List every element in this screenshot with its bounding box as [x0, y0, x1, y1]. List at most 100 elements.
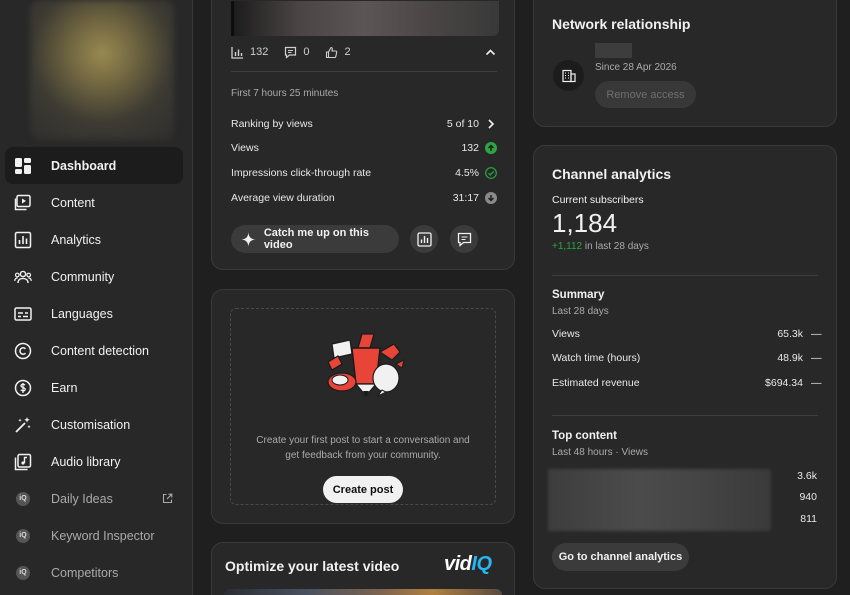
subscribers-delta-row: +1,112 in last 28 days [552, 241, 649, 252]
top-content-value: 3.6k [797, 470, 817, 482]
metric-value: 4.5% [455, 167, 479, 179]
top-content-title: Top content [552, 430, 617, 442]
likes-count: 2 [344, 46, 351, 58]
channel-analytics-card: Channel analytics Current subscribers 1,… [533, 145, 837, 589]
audio-library-icon [14, 453, 32, 471]
analytics-icon [416, 231, 432, 247]
video-thumbnail-edge [231, 1, 234, 36]
period-label: First 7 hours 25 minutes [231, 88, 339, 99]
likes-stat: 2 [325, 46, 351, 59]
summary-value: 65.3k [777, 328, 803, 340]
catch-me-up-button[interactable]: Catch me up on this video [231, 225, 399, 253]
sidebar-item-label: Content detection [51, 343, 149, 358]
network-relationship-card: Network relationship Since 28 Apr 2026 R… [533, 0, 837, 127]
sidebar: Dashboard Content Analytics Community La… [0, 0, 193, 595]
analytics-icon [14, 231, 32, 249]
go-to-channel-analytics-button[interactable]: Go to channel analytics [552, 543, 689, 571]
post-prompt-line-2: get feedback from your community. [285, 450, 441, 461]
sidebar-item-label: Customisation [51, 417, 131, 432]
remove-access-button[interactable]: Remove access [595, 81, 696, 108]
sidebar-item-community[interactable]: Community [5, 258, 183, 295]
sidebar-nav: Dashboard Content Analytics Community La… [5, 147, 183, 591]
sidebar-item-languages[interactable]: Languages [5, 295, 183, 332]
bar-chart-icon [231, 46, 243, 59]
create-post-button[interactable]: Create post [323, 476, 403, 503]
metric-row-ctr: Impressions click-through rate 4.5% [231, 167, 497, 179]
metric-row-avd: Average view duration 31:17 [231, 192, 497, 204]
summary-value: $694.34 [765, 377, 803, 389]
metric-row-views: Views 132 [231, 142, 497, 154]
dollar-icon [14, 379, 32, 397]
summary-row-revenue: Estimated revenue $694.34 — [552, 377, 822, 389]
summary-row-views: Views 65.3k — [552, 328, 822, 340]
video-thumbnail[interactable] [231, 1, 499, 36]
top-content-value: 940 [799, 491, 817, 503]
metric-value: 132 [461, 142, 479, 154]
divider [552, 275, 818, 276]
analytics-title: Channel analytics [552, 166, 672, 182]
summary-value: 48.9k [777, 352, 803, 364]
sidebar-item-label: Content [51, 195, 95, 210]
metric-value: 5 of 10 [446, 118, 479, 130]
subscribers-count: 1,184 [552, 208, 618, 238]
top-content-value: 811 [800, 513, 817, 525]
dashboard-icon [14, 157, 32, 175]
subtitles-icon [14, 305, 32, 323]
top-content-thumbnails-redacted[interactable] [548, 469, 771, 531]
summary-label: Watch time (hours) [552, 352, 641, 364]
sidebar-item-label: Competitors [51, 565, 119, 580]
sidebar-item-label: Analytics [51, 232, 102, 247]
vidiq-logo: vidIQ [444, 553, 492, 576]
channel-avatar[interactable] [30, 0, 174, 140]
sidebar-item-content-detection[interactable]: Content detection [5, 332, 183, 369]
vidiq-logo-vid: vid [444, 553, 472, 575]
comments-stat: 0 [284, 46, 309, 59]
summary-row-watch-time: Watch time (hours) 48.9k — [552, 352, 822, 364]
metric-row-ranking[interactable]: Ranking by views 5 of 10 [231, 118, 497, 130]
optimize-title: Optimize your latest video [225, 558, 400, 574]
views-stat: 132 [231, 46, 268, 59]
chevron-up-icon[interactable] [485, 47, 496, 58]
comment-icon [457, 232, 471, 247]
sidebar-item-earn[interactable]: Earn [5, 369, 183, 406]
sidebar-item-audio-library[interactable]: Audio library [5, 443, 183, 480]
sidebar-item-content[interactable]: Content [5, 184, 183, 221]
optimize-video-thumbnail[interactable] [224, 589, 502, 595]
sidebar-item-daily-ideas[interactable]: iQ Daily Ideas [5, 480, 183, 517]
divider [552, 415, 818, 416]
sidebar-item-label: Community [51, 269, 115, 284]
comments-button[interactable] [450, 225, 478, 253]
sidebar-item-competitors[interactable]: iQ Competitors [5, 554, 183, 591]
sidebar-item-label: Audio library [51, 454, 121, 469]
sidebar-item-customisation[interactable]: Customisation [5, 406, 183, 443]
comment-icon [285, 46, 297, 59]
external-link-icon [162, 493, 173, 504]
summary-label: Views [552, 328, 580, 340]
sidebar-item-label: Keyword Inspector [51, 528, 155, 543]
metric-label: Impressions click-through rate [231, 167, 372, 179]
comments-count: 0 [303, 46, 310, 58]
sidebar-item-label: Languages [51, 306, 113, 321]
copyright-icon [14, 342, 32, 360]
metric-label: Average view duration [231, 192, 335, 204]
vidiq-icon: iQ [16, 491, 30, 506]
video-stats-row: 132 0 2 [231, 44, 499, 60]
sidebar-item-analytics[interactable]: Analytics [5, 221, 183, 258]
analytics-button[interactable] [410, 225, 438, 253]
post-dropzone: Create your first post to start a conver… [230, 308, 496, 505]
network-since: Since 28 Apr 2026 [595, 62, 677, 73]
building-icon [553, 60, 584, 91]
views-count: 132 [250, 46, 269, 58]
catch-me-up-label: Catch me up on this video [263, 227, 369, 251]
post-illustration-icon [327, 333, 405, 398]
check-circle-icon [485, 167, 497, 179]
chevron-right-icon [488, 119, 495, 129]
sidebar-item-dashboard[interactable]: Dashboard [5, 147, 183, 184]
sidebar-item-keyword-inspector[interactable]: iQ Keyword Inspector [5, 517, 183, 554]
post-prompt-line-1: Create your first post to start a conver… [256, 435, 470, 446]
network-name-redacted [595, 43, 632, 58]
summary-trend: — [811, 328, 822, 340]
thumbs-up-icon [326, 46, 338, 58]
optimize-video-card: Optimize your latest video vidIQ [211, 542, 515, 595]
vidiq-icon: iQ [16, 565, 30, 580]
